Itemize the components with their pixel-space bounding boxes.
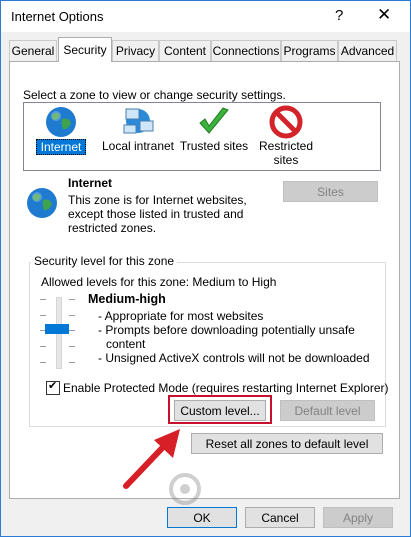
security-level-name: Medium-high bbox=[88, 292, 166, 306]
globe-icon bbox=[27, 188, 57, 218]
security-level-description: - Appropriate for most websites - Prompt… bbox=[98, 309, 370, 365]
zone-restricted-sites-label-2: sites bbox=[273, 153, 299, 167]
zone-internet-label: Internet bbox=[36, 139, 86, 155]
apply-button[interactable]: Apply bbox=[323, 507, 393, 528]
level-bullet: - Unsigned ActiveX controls will not be … bbox=[98, 351, 370, 365]
protected-mode-checkbox[interactable]: ✔ bbox=[46, 380, 60, 395]
zone-restricted-sites-label-1: Restricted bbox=[258, 139, 314, 153]
reset-all-zones-button[interactable]: Reset all zones to default level bbox=[191, 433, 383, 454]
zone-list: Internet Local intranet Trusted sites Re… bbox=[23, 102, 381, 171]
tab-privacy[interactable]: Privacy bbox=[112, 40, 159, 61]
globe-icon bbox=[46, 107, 76, 137]
sites-button[interactable]: Sites bbox=[283, 181, 378, 202]
level-bullet: - Prompts before downloading potentially… bbox=[98, 323, 355, 337]
zone-local-intranet[interactable]: Local intranet bbox=[100, 103, 176, 153]
close-icon[interactable]: ✕ bbox=[377, 5, 391, 25]
watermark bbox=[168, 470, 398, 510]
tab-general[interactable]: General bbox=[9, 40, 57, 61]
slider-tick bbox=[69, 362, 75, 363]
zone-local-intranet-label: Local intranet bbox=[101, 139, 175, 153]
custom-level-highlight bbox=[168, 395, 272, 424]
protected-mode-label[interactable]: Enable Protected Mode (requires restarti… bbox=[63, 381, 389, 395]
help-icon[interactable]: ? bbox=[335, 7, 343, 24]
tab-content[interactable]: Content bbox=[159, 40, 211, 61]
tab-advanced[interactable]: Advanced bbox=[338, 40, 397, 61]
zone-trusted-sites-label: Trusted sites bbox=[179, 139, 249, 153]
tab-connections[interactable]: Connections bbox=[211, 40, 281, 61]
slider-tick bbox=[40, 315, 46, 316]
slider-tick bbox=[69, 299, 75, 300]
zone-restricted-sites[interactable]: Restricted sites bbox=[256, 103, 316, 167]
checkmark-icon: ✔ bbox=[48, 380, 58, 392]
allowed-levels-text: Allowed levels for this zone: Medium to … bbox=[41, 275, 277, 289]
zone-info-description: This zone is for Internet websites, exce… bbox=[68, 193, 247, 235]
zone-prompt: Select a zone to view or change security… bbox=[23, 88, 286, 102]
slider-tick bbox=[69, 315, 75, 316]
window-title: Internet Options bbox=[11, 9, 104, 24]
checkmark-icon bbox=[199, 107, 229, 134]
zone-info-title: Internet bbox=[68, 176, 113, 190]
slider-tick bbox=[40, 362, 46, 363]
title-bar: Internet Options ? ✕ bbox=[1, 1, 410, 32]
default-level-button[interactable]: Default level bbox=[280, 400, 375, 421]
tab-security[interactable]: Security bbox=[58, 37, 112, 62]
zone-trusted-sites[interactable]: Trusted sites bbox=[179, 103, 249, 153]
slider-tick bbox=[40, 346, 46, 347]
watermark-logo-icon bbox=[169, 473, 201, 505]
slider-tick bbox=[40, 299, 46, 300]
network-icon bbox=[123, 108, 154, 134]
zone-internet[interactable]: Internet bbox=[36, 103, 86, 155]
ok-button[interactable]: OK bbox=[167, 507, 237, 528]
security-level-group-title: Security level for this zone bbox=[31, 254, 178, 268]
cancel-button[interactable]: Cancel bbox=[245, 507, 315, 528]
slider-tick bbox=[69, 330, 75, 331]
slider-thumb[interactable] bbox=[45, 324, 69, 334]
slider-tick bbox=[69, 346, 75, 347]
level-bullet: content bbox=[106, 337, 146, 351]
tab-programs[interactable]: Programs bbox=[281, 40, 338, 61]
restricted-icon bbox=[269, 105, 303, 139]
level-bullet: - Appropriate for most websites bbox=[98, 309, 264, 323]
